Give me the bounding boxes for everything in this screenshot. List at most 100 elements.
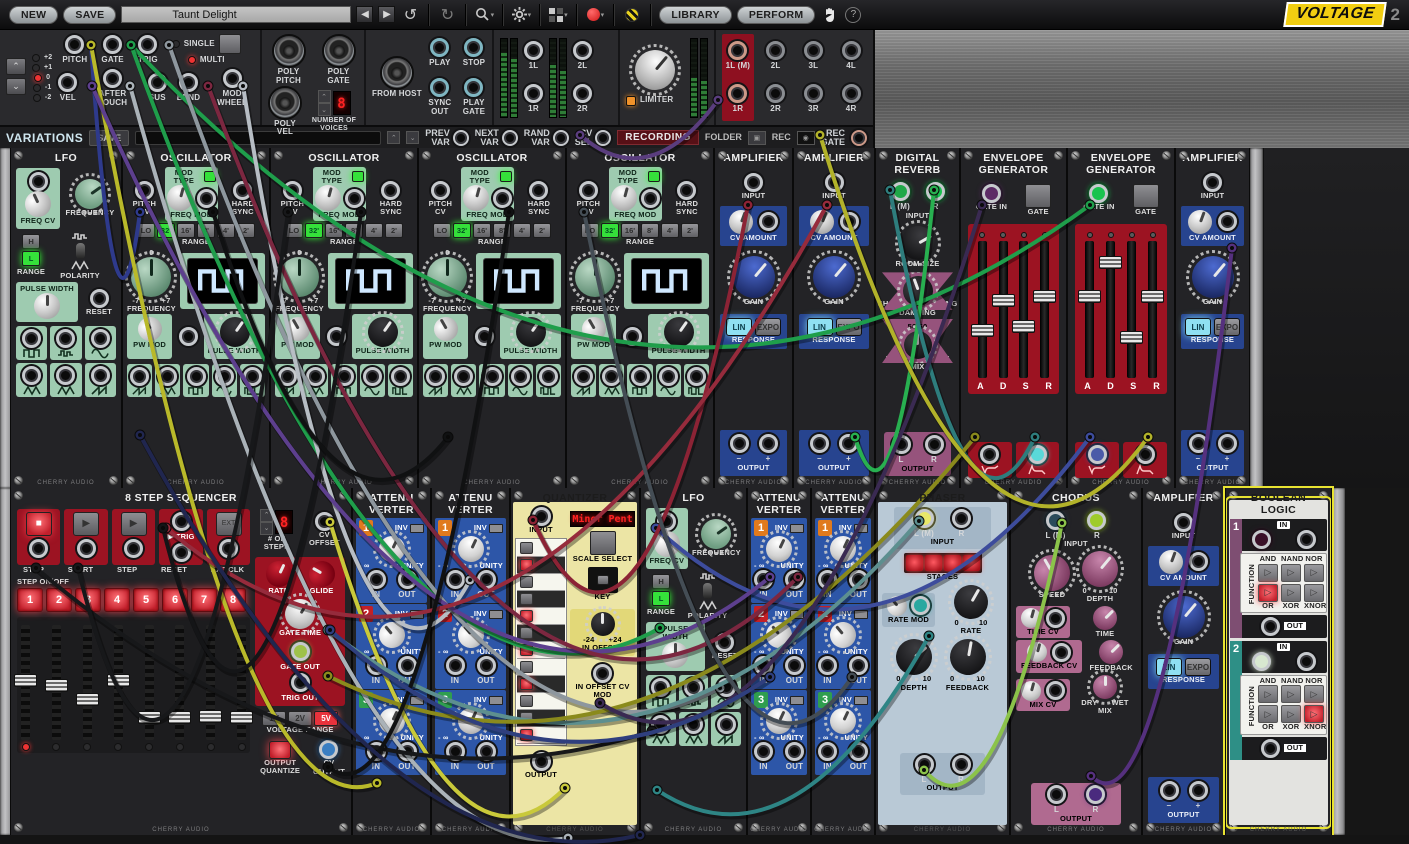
seq-start-in-jack[interactable]: [77, 539, 96, 558]
phaser-out-r-jack[interactable]: [952, 755, 971, 774]
eg-out-jack[interactable]: [1136, 445, 1155, 464]
quant-output-jack[interactable]: [532, 752, 551, 771]
amp-input-jack[interactable]: [1203, 173, 1222, 192]
seq-step-3-button[interactable]: 3: [75, 588, 101, 612]
attv-ch3-inv-button[interactable]: [790, 696, 804, 705]
lfo-range-h-button[interactable]: H: [652, 574, 670, 589]
out-2r-jack[interactable]: [573, 84, 592, 103]
osc-range-2-button[interactable]: 2': [681, 223, 699, 238]
osc-out-saw-jack[interactable]: [130, 367, 149, 386]
bool-2-or-button[interactable]: ▷: [1258, 705, 1278, 723]
kb-bend-jack[interactable]: [179, 73, 198, 92]
lfo-out2-saw-jack[interactable]: [717, 715, 736, 734]
quant-key-3[interactable]: [520, 593, 533, 605]
lfo-out2-saw-jack[interactable]: [91, 366, 110, 385]
chorus-time-knob[interactable]: [1088, 601, 1122, 635]
phaser-in-r-jack[interactable]: [952, 509, 971, 528]
osc-out-sine-jack[interactable]: [511, 367, 530, 386]
amp-cv-in-jack[interactable]: [1189, 552, 1208, 571]
lfo-range-l-button[interactable]: L: [652, 591, 670, 606]
osc-hard-sync-in-jack[interactable]: [233, 181, 252, 200]
amp-response-expo-button[interactable]: EXPO: [1214, 318, 1240, 336]
seq-gate-time-knob[interactable]: [280, 594, 321, 635]
attv-ch1-in-jack[interactable]: [754, 570, 773, 589]
amp-response-lin-button[interactable]: LIN: [726, 318, 752, 336]
attv-ch1-inv-button[interactable]: [410, 524, 424, 533]
osc-out-pulse-jack[interactable]: [687, 367, 706, 386]
seq-slider-1[interactable]: [21, 625, 30, 740]
rec-2r-jack[interactable]: [766, 84, 785, 103]
eg-gate-in-jack[interactable]: [982, 184, 1001, 203]
prev-patch-icon[interactable]: ◀: [356, 6, 373, 23]
eg-slider-r[interactable]: [1148, 241, 1157, 378]
seq-ext-button[interactable]: EXT: [216, 512, 242, 536]
poly-gate-port[interactable]: [322, 34, 356, 68]
phaser-out-l-jack[interactable]: [915, 755, 934, 774]
attv-ch3-knob[interactable]: [826, 704, 861, 739]
osc-out-sq-jack[interactable]: [483, 367, 502, 386]
variation-prev-button[interactable]: ⌃: [387, 131, 400, 144]
attv-ch2-out-jack[interactable]: [477, 656, 496, 675]
quant-key-7[interactable]: [520, 661, 533, 673]
phaser-stage-2[interactable]: [925, 555, 942, 571]
bool-2-xnor-button[interactable]: ▷: [1304, 705, 1324, 723]
rec-1lm-jack[interactable]: [728, 41, 747, 60]
seq-steps-down[interactable]: ⌄: [260, 522, 273, 535]
chorus-mix-knob[interactable]: [1093, 675, 1117, 699]
attv-ch3-out-jack[interactable]: [849, 742, 868, 761]
attv-ch1-inv-button[interactable]: [854, 524, 868, 533]
osc-hard-sync-in-jack[interactable]: [381, 181, 400, 200]
phaser-stage-1[interactable]: [906, 555, 923, 571]
amp-cv-in-jack[interactable]: [759, 212, 778, 231]
osc-range-16-button[interactable]: 16': [473, 223, 491, 238]
bool-2-in-b-jack[interactable]: [1297, 652, 1316, 671]
attv-ch3-out-jack[interactable]: [785, 742, 804, 761]
seq-ext-clk-in-jack[interactable]: [219, 539, 238, 558]
seq-step-2-button[interactable]: 2: [46, 588, 72, 612]
eg-slider-s[interactable]: [1127, 241, 1136, 378]
amp-output-plus-jack[interactable]: [839, 434, 858, 453]
attv-ch2-in-jack[interactable]: [754, 656, 773, 675]
var-prev-var-jack[interactable]: [453, 130, 469, 146]
osc-pitch-cv-in-jack[interactable]: [579, 181, 598, 200]
bool-1-out-jack[interactable]: [1261, 617, 1280, 636]
attv-ch2-in-jack[interactable]: [367, 656, 386, 675]
rec-3l-jack[interactable]: [804, 41, 823, 60]
amp-output-minus-jack[interactable]: [1160, 781, 1179, 800]
lfo-out-sine-jack[interactable]: [717, 678, 736, 697]
osc-pitch-cv-in-jack[interactable]: [431, 181, 450, 200]
lfo-reset-in-jack[interactable]: [715, 633, 734, 652]
out-2l-jack[interactable]: [573, 41, 592, 60]
kb-gate-jack[interactable]: [103, 35, 122, 54]
lfo-pulse-width-knob[interactable]: [662, 642, 688, 668]
osc-out-sine-jack[interactable]: [363, 367, 382, 386]
osc-range-8-button[interactable]: 8': [493, 223, 511, 238]
lfo-out2-tri-jack[interactable]: [651, 715, 670, 734]
osc-mod-type-button[interactable]: [204, 171, 216, 182]
seq-steps-up[interactable]: ⌃: [260, 509, 273, 522]
attv-ch2-in-jack[interactable]: [818, 656, 837, 675]
hand-icon[interactable]: [820, 5, 840, 25]
next-patch-icon[interactable]: ▶: [378, 6, 395, 23]
seq-slider-7[interactable]: [206, 625, 215, 740]
record-icon[interactable]: ▾: [585, 5, 605, 25]
chorus-time_cv-in-jack[interactable]: [1046, 609, 1065, 628]
kb-vel-jack[interactable]: [58, 73, 77, 92]
host-play-jack[interactable]: [430, 38, 449, 57]
attv-ch3-out-jack[interactable]: [477, 742, 496, 761]
osc-out-sq-jack[interactable]: [335, 367, 354, 386]
osc-mod-type-button[interactable]: [500, 171, 512, 182]
osc-range-LO-button[interactable]: LO: [433, 223, 451, 238]
phaser-in-l-jack[interactable]: [915, 509, 934, 528]
osc-freq-mod-in-jack[interactable]: [493, 189, 512, 208]
quant-key-6[interactable]: [520, 644, 533, 656]
lfo-range-h-button[interactable]: H: [22, 234, 40, 249]
osc-range-8-button[interactable]: 8': [345, 223, 363, 238]
osc-pw-mod-in-jack[interactable]: [327, 327, 346, 346]
attv-ch1-inv-button[interactable]: [489, 524, 503, 533]
osc-pw-mod-in-jack[interactable]: [475, 327, 494, 346]
seq-output-quantize-button[interactable]: [269, 741, 291, 759]
seq-step-7-button[interactable]: 7: [191, 588, 217, 612]
rev-mix-knob[interactable]: [904, 331, 932, 359]
seq-range-1V-button[interactable]: 1V: [262, 711, 286, 726]
